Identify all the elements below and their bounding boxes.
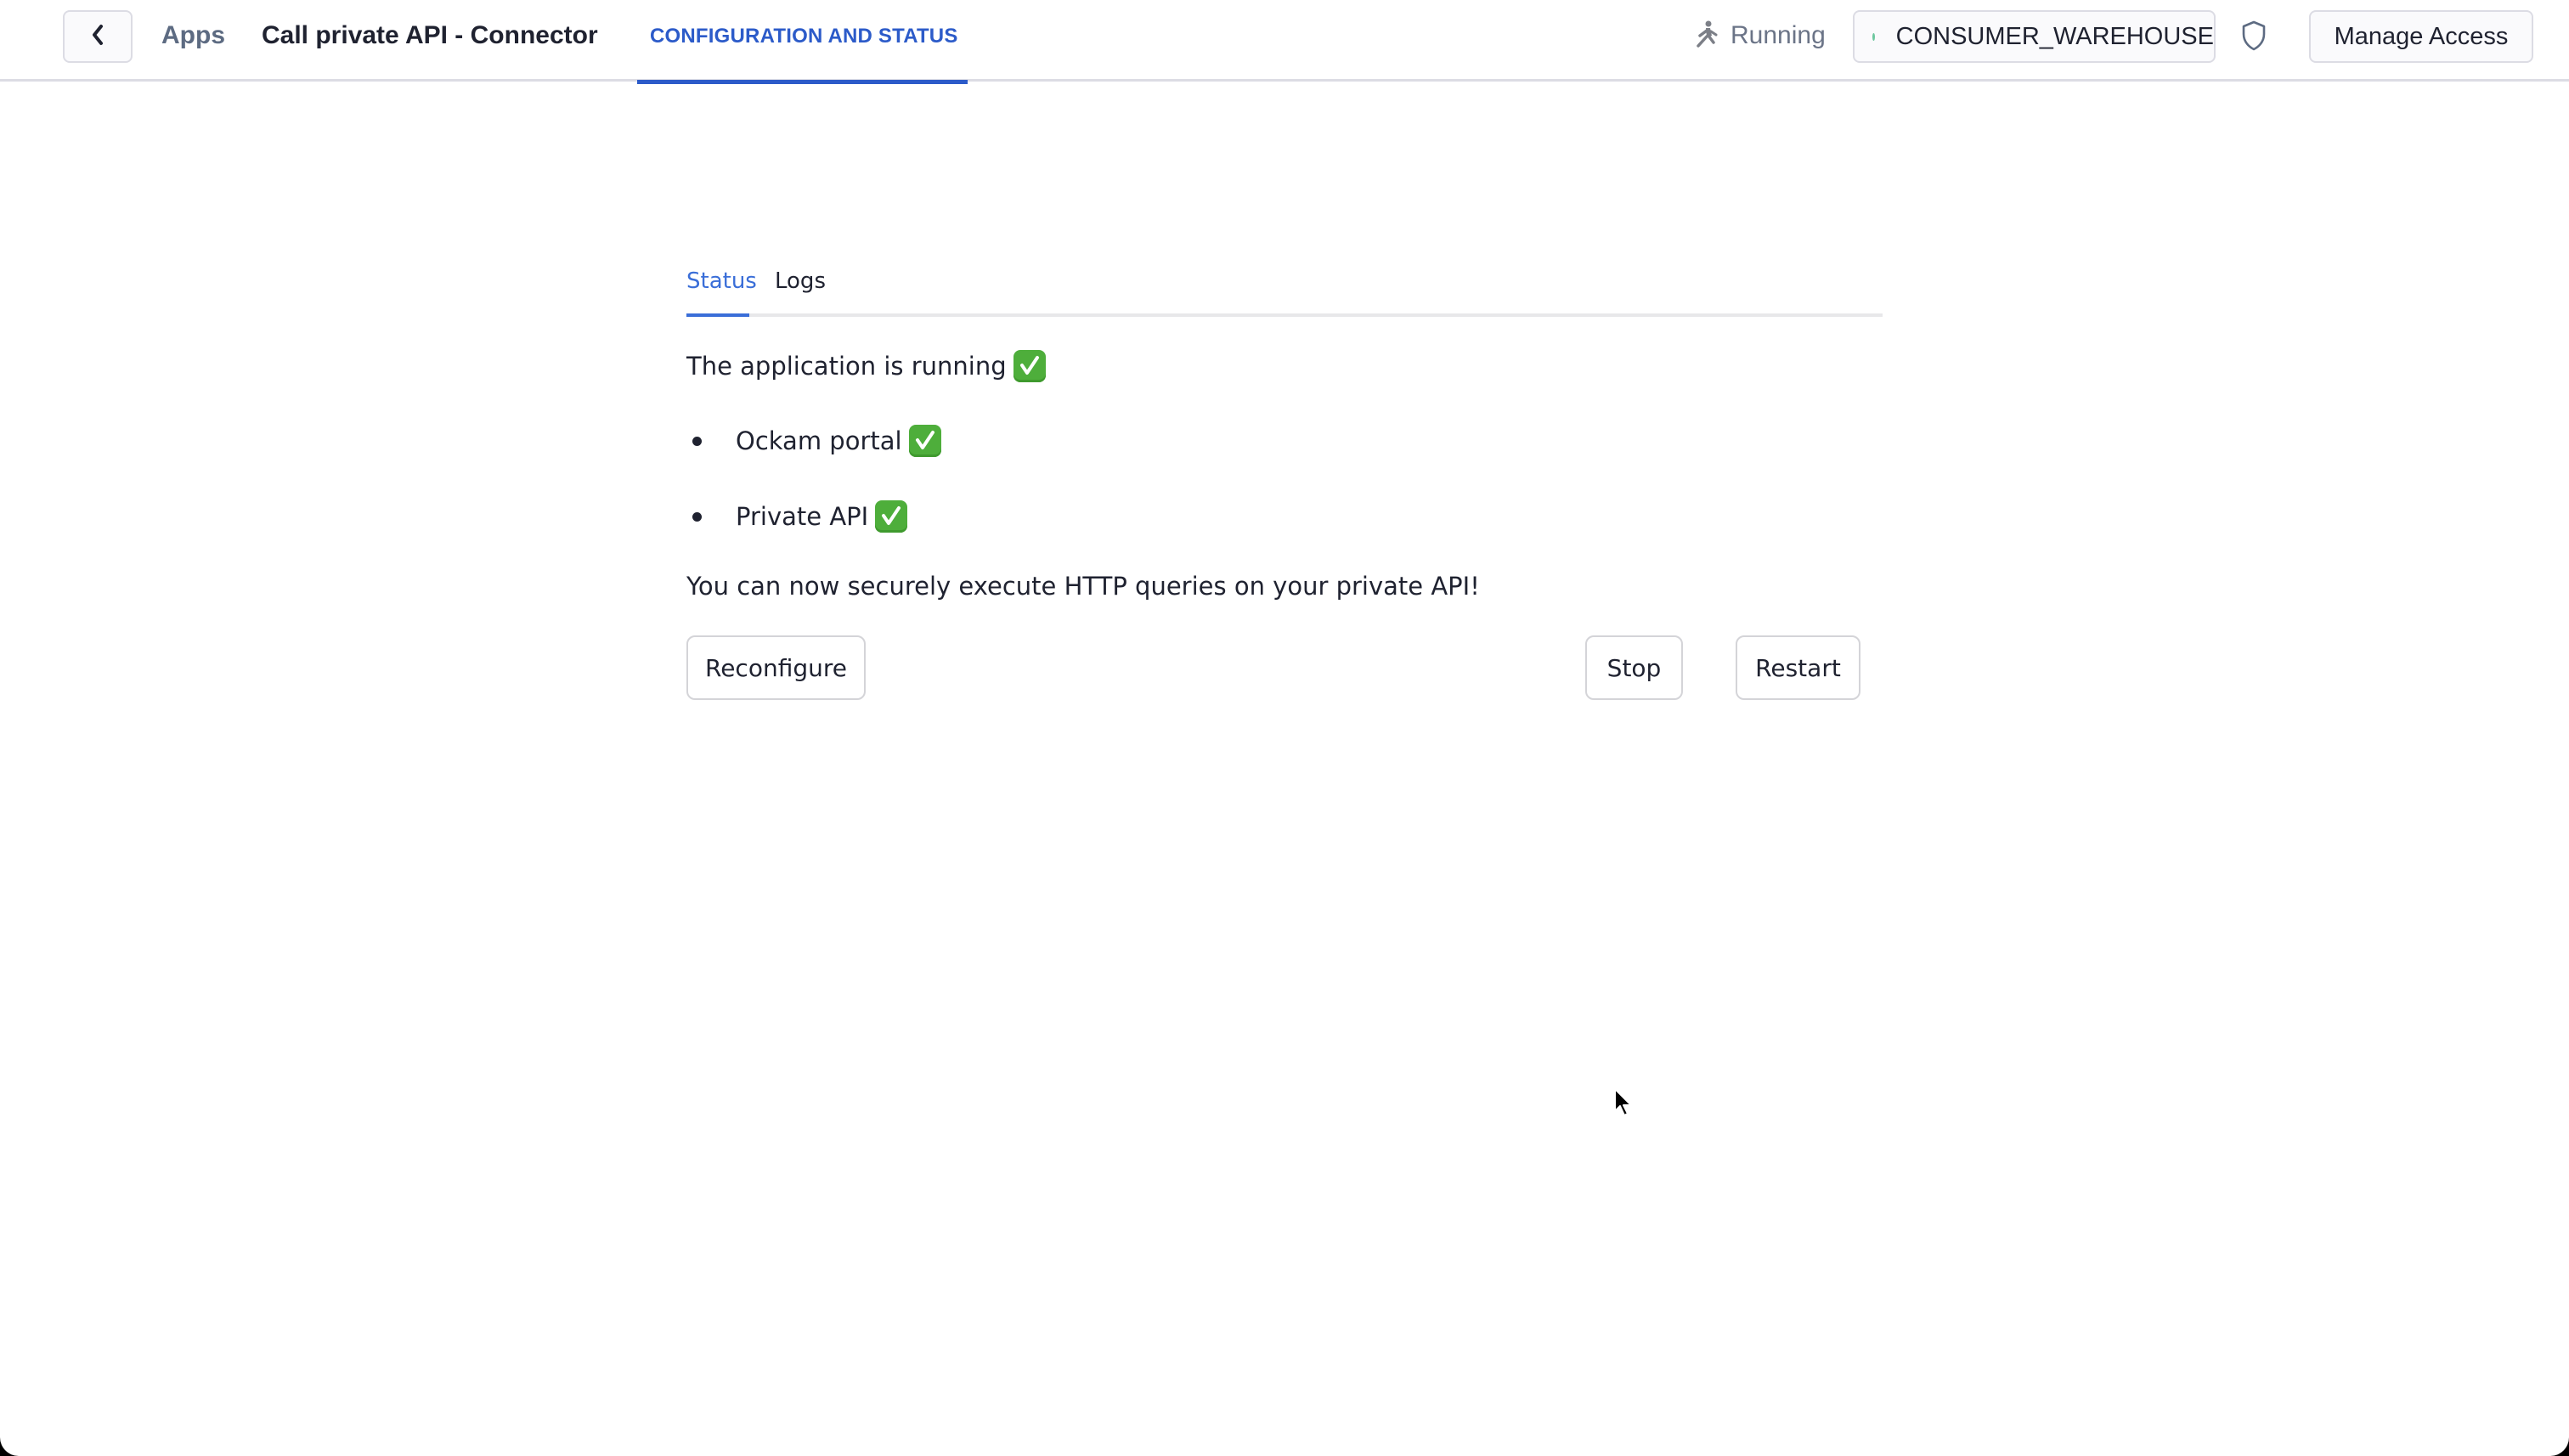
- breadcrumb-apps[interactable]: Apps: [161, 19, 225, 53]
- component-list-item: Private API: [686, 499, 908, 533]
- status-heading: The application is running: [686, 349, 1046, 383]
- tab-status[interactable]: Status: [686, 262, 757, 317]
- warehouse-status-dot: [1872, 32, 1875, 41]
- running-person-icon: [1695, 20, 1719, 52]
- tab-logs-label: Logs: [775, 268, 826, 294]
- check-mark-icon: [908, 425, 941, 457]
- component-label: Private API: [736, 502, 869, 531]
- app-window: Apps Call private API - Connector CONFIG…: [0, 0, 2569, 1456]
- component-label: Ockam portal: [736, 426, 902, 455]
- warehouse-label: CONSUMER_WAREHOUSE: [1895, 23, 2214, 50]
- reconfigure-button[interactable]: Reconfigure: [686, 635, 866, 700]
- restart-button[interactable]: Restart: [1736, 635, 1860, 700]
- mouse-cursor-icon: [1613, 1087, 1635, 1122]
- check-mark-icon: [1013, 350, 1046, 382]
- warehouse-selector[interactable]: CONSUMER_WAREHOUSE: [1853, 10, 2216, 63]
- tab-configuration-and-status[interactable]: CONFIGURATION AND STATUS: [637, 0, 968, 84]
- bullet: [692, 436, 702, 446]
- stop-button[interactable]: Stop: [1585, 635, 1683, 700]
- content-tabs: Status Logs: [686, 262, 1883, 317]
- tab-logs[interactable]: Logs: [775, 262, 826, 317]
- chevron-left-icon: [91, 24, 104, 50]
- status-label: Running: [1731, 21, 1826, 49]
- back-button[interactable]: [63, 10, 133, 63]
- component-list-item: Ockam portal: [686, 424, 941, 458]
- active-subtab-indicator: [686, 313, 749, 317]
- tab-status-label: Status: [686, 268, 757, 294]
- top-header: Apps Call private API - Connector CONFIG…: [0, 0, 2569, 84]
- bullet: [692, 511, 702, 522]
- app-status: Running: [1695, 19, 1826, 53]
- active-tab-indicator: [637, 80, 968, 84]
- tab-label: CONFIGURATION AND STATUS: [650, 25, 958, 48]
- status-message: You can now securely execute HTTP querie…: [686, 572, 1480, 601]
- check-mark-icon: [875, 500, 908, 533]
- page-title: Call private API - Connector: [262, 21, 598, 49]
- manage-access-button[interactable]: Manage Access: [2309, 10, 2533, 63]
- status-heading-text: The application is running: [686, 352, 1007, 381]
- shield-icon[interactable]: [2241, 20, 2267, 51]
